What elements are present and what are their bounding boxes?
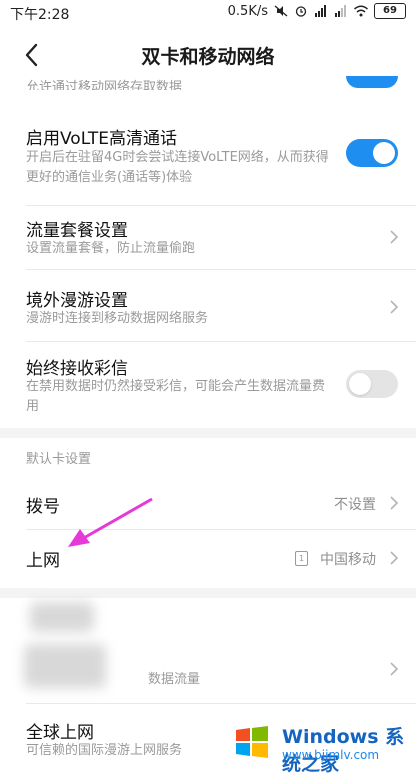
mms-desc: 在禁用数据时仍然接受彩信，可能会产生数据流量费用	[26, 379, 326, 414]
mms-row[interactable]: 始终接收彩信 在禁用数据时仍然接受彩信，可能会产生数据流量费用	[0, 342, 416, 426]
chevron-right-icon	[390, 230, 399, 244]
section-gap	[0, 428, 416, 438]
data-plan-label: 流量套餐设置	[26, 221, 128, 241]
internet-value: 中国移动	[320, 552, 376, 568]
page-title: 双卡和移动网络	[141, 46, 275, 68]
roaming-row[interactable]: 境外漫游设置 漫游时连接到移动数据网络服务	[0, 270, 416, 342]
chevron-right-icon	[390, 662, 399, 676]
blurred-region	[30, 602, 94, 632]
volte-toggle[interactable]	[346, 139, 398, 167]
status-bar: 下午2:28 0.5K/s 69	[0, 0, 416, 24]
data-plan-desc: 设置流量套餐，防止流量偷跑	[26, 241, 196, 256]
toggle-knob	[373, 142, 395, 164]
wifi-icon	[354, 5, 368, 17]
divider	[26, 703, 416, 704]
volte-desc: 开启后在驻留4G时会尝试连接VoLTE网络，从而获得更好的通信业务(通话等)体验	[26, 150, 329, 185]
obscured-desc: 数据流量	[148, 672, 201, 687]
chevron-right-icon	[390, 496, 399, 510]
default-card-section-title: 默认卡设置	[26, 452, 92, 467]
global-internet-label: 全球上网	[26, 723, 94, 743]
dial-label: 拨号	[26, 497, 60, 517]
volte-label: 启用VoLTE高清通话	[26, 129, 177, 149]
chevron-right-icon	[390, 300, 399, 314]
signal-hd-icon	[315, 5, 326, 17]
alarm-icon	[295, 6, 307, 17]
signal-icon	[335, 5, 346, 17]
sim-1-icon: 1	[295, 551, 308, 566]
volte-row[interactable]: 启用VoLTE高清通话 开启后在驻留4G时会尝试连接VoLTE网络，从而获得更好…	[0, 110, 416, 206]
dial-value: 不设置	[334, 497, 376, 513]
internet-label: 上网	[26, 551, 60, 571]
status-icons: 0.5K/s 69	[228, 3, 406, 19]
mute-icon	[274, 5, 288, 17]
chevron-right-icon	[390, 551, 399, 565]
watermark: Windows 系统之家 www.bjjmlv.com	[210, 716, 410, 775]
mobile-data-desc-clipped: 允许通过移动网络存取数据	[26, 80, 183, 90]
roaming-label: 境外漫游设置	[26, 291, 128, 311]
obscured-row[interactable]: 数据流量	[0, 640, 416, 704]
status-time: 下午2:28	[10, 7, 70, 23]
annotation-arrow-icon	[68, 497, 153, 547]
mobile-data-toggle-clipped[interactable]	[346, 76, 398, 88]
mms-label: 始终接收彩信	[26, 359, 128, 379]
windows-logo-icon	[236, 726, 268, 758]
data-plan-row[interactable]: 流量套餐设置 设置流量套餐，防止流量偷跑	[0, 206, 416, 270]
section-gap	[0, 588, 416, 598]
toggle-knob	[349, 373, 371, 395]
mms-toggle[interactable]	[346, 370, 398, 398]
net-speed: 0.5K/s	[227, 3, 268, 19]
roaming-desc: 漫游时连接到移动数据网络服务	[26, 311, 209, 326]
battery-icon: 69	[374, 3, 406, 19]
watermark-url: www.bjjmlv.com	[282, 748, 380, 762]
